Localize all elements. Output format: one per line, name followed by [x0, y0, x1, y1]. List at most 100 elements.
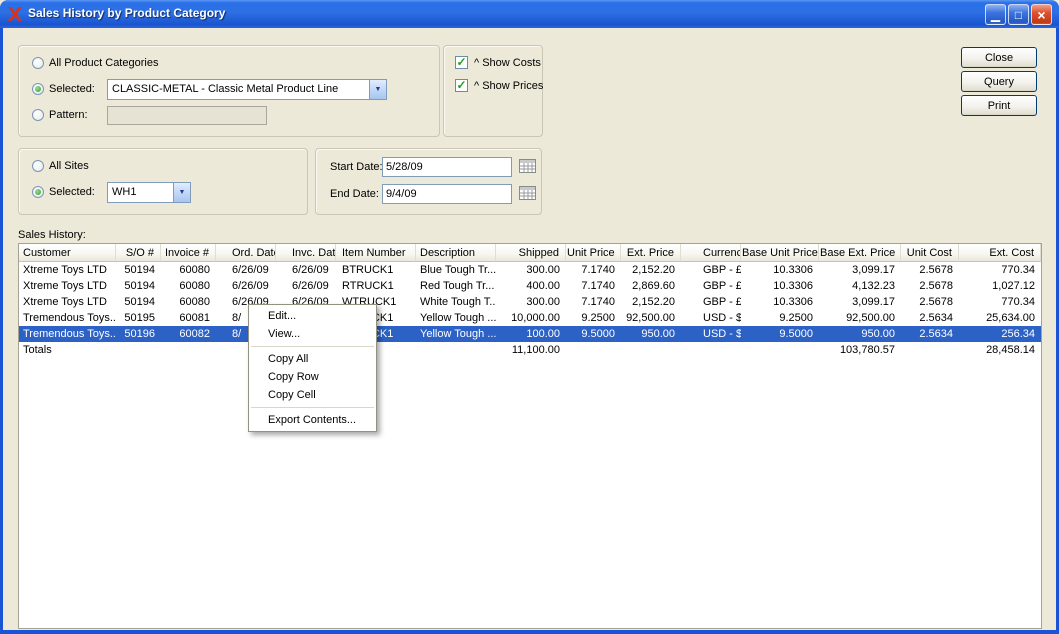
table-row[interactable]: Tremendous Toys...50195600818/YTRUCK1Yel… [19, 310, 1041, 326]
table-cell[interactable] [161, 342, 216, 358]
table-cell[interactable]: Xtreme Toys LTD [19, 278, 116, 294]
table-cell[interactable]: Xtreme Toys LTD [19, 262, 116, 278]
table-cell[interactable]: 2,152.20 [621, 262, 681, 278]
menu-item[interactable]: Copy All [249, 350, 376, 368]
product-category-select[interactable]: CLASSIC-METAL - Classic Metal Product Li… [107, 79, 387, 100]
radio-pattern[interactable] [32, 109, 44, 121]
table-cell[interactable]: 770.34 [959, 294, 1041, 310]
column-header[interactable]: Base Unit Price [741, 244, 819, 262]
close-button[interactable]: Close [961, 47, 1037, 68]
maximize-button[interactable]: □ [1008, 4, 1029, 25]
query-button[interactable]: Query [961, 71, 1037, 92]
table-cell[interactable] [901, 342, 959, 358]
table-cell[interactable] [741, 342, 819, 358]
table-cell[interactable]: BTRUCK1 [336, 262, 416, 278]
table-cell[interactable]: 50194 [116, 262, 161, 278]
table-cell[interactable]: 400.00 [496, 278, 566, 294]
column-header[interactable]: Ext. Price [621, 244, 681, 262]
table-cell[interactable]: 28,458.14 [959, 342, 1041, 358]
table-cell[interactable]: 25,634.00 [959, 310, 1041, 326]
table-cell[interactable]: 3,099.17 [819, 294, 901, 310]
table-cell[interactable]: 10.3306 [741, 294, 819, 310]
close-window-button[interactable]: × [1031, 4, 1052, 25]
chevron-down-icon[interactable]: ▼ [173, 183, 190, 202]
table-cell[interactable]: 1,027.12 [959, 278, 1041, 294]
table-cell[interactable]: 7.1740 [566, 262, 621, 278]
table-row[interactable]: Tremendous Toys...50196600828/YTRUCK1Yel… [19, 326, 1041, 342]
table-cell[interactable]: 103,780.57 [819, 342, 901, 358]
context-menu[interactable]: Edit...View... Copy AllCopy RowCopy Cell E… [248, 304, 377, 432]
table-cell[interactable]: GBP - £ [681, 278, 741, 294]
start-date-calendar-icon[interactable] [517, 158, 537, 177]
table-cell[interactable]: USD - $ [681, 326, 741, 342]
column-header[interactable]: S/O # [116, 244, 161, 262]
table-cell[interactable]: GBP - £ [681, 294, 741, 310]
pattern-input[interactable] [107, 106, 267, 125]
column-header[interactable]: Base Ext. Price [819, 244, 901, 262]
column-header[interactable]: Unit Price [566, 244, 621, 262]
table-cell[interactable]: 92,500.00 [621, 310, 681, 326]
radio-selected-category[interactable] [32, 83, 44, 95]
table-cell[interactable] [416, 342, 496, 358]
table-cell[interactable]: GBP - £ [681, 262, 741, 278]
title-bar[interactable]: Sales History by Product Category ▁ □ × [0, 0, 1059, 28]
column-header[interactable]: Customer [19, 244, 116, 262]
menu-item[interactable]: Copy Cell [249, 386, 376, 404]
table-row[interactable]: Xtreme Toys LTD50194600806/26/096/26/09B… [19, 262, 1041, 278]
table-cell[interactable]: 6/26/09 [216, 262, 276, 278]
menu-item[interactable]: Export Contents... [249, 411, 376, 429]
column-header[interactable]: Invc. Date [276, 244, 336, 262]
totals-row[interactable]: Totals11,100.00103,780.5728,458.14 [19, 342, 1041, 358]
column-header[interactable]: Item Number [336, 244, 416, 262]
print-button[interactable]: Print [961, 95, 1037, 116]
table-cell[interactable]: 6/26/09 [276, 262, 336, 278]
table-cell[interactable]: 7.1740 [566, 294, 621, 310]
table-cell[interactable]: 10.3306 [741, 278, 819, 294]
table-cell[interactable]: 10,000.00 [496, 310, 566, 326]
menu-item[interactable]: View... [249, 325, 376, 343]
menu-item[interactable]: Edit... [249, 307, 376, 325]
table-cell[interactable]: 11,100.00 [496, 342, 566, 358]
table-cell[interactable]: 9.2500 [741, 310, 819, 326]
table-cell[interactable]: 300.00 [496, 294, 566, 310]
table-cell[interactable]: 6/26/09 [276, 278, 336, 294]
table-cell[interactable]: 50194 [116, 294, 161, 310]
table-cell[interactable]: 9.5000 [741, 326, 819, 342]
table-cell[interactable]: 92,500.00 [819, 310, 901, 326]
table-cell[interactable]: 60081 [161, 310, 216, 326]
show-costs-checkbox[interactable]: ✓ [455, 56, 468, 69]
column-header[interactable]: Currency [681, 244, 741, 262]
table-cell[interactable]: 7.1740 [566, 278, 621, 294]
menu-item[interactable]: Copy Row [249, 368, 376, 386]
column-header[interactable]: Ord. Date [216, 244, 276, 262]
table-cell[interactable]: 770.34 [959, 262, 1041, 278]
table-cell[interactable] [621, 342, 681, 358]
table-cell[interactable]: 3,099.17 [819, 262, 901, 278]
table-cell[interactable]: USD - $ [681, 310, 741, 326]
table-cell[interactable]: Blue Tough Tr... [416, 262, 496, 278]
table-cell[interactable]: 2,869.60 [621, 278, 681, 294]
table-cell[interactable] [681, 342, 741, 358]
table-cell[interactable]: 50196 [116, 326, 161, 342]
table-cell[interactable]: RTRUCK1 [336, 278, 416, 294]
chevron-down-icon[interactable]: ▼ [369, 80, 386, 99]
radio-selected-site[interactable] [32, 186, 44, 198]
table-cell[interactable]: White Tough T... [416, 294, 496, 310]
table-cell[interactable]: 4,132.23 [819, 278, 901, 294]
table-cell[interactable]: 6/26/09 [216, 278, 276, 294]
table-cell[interactable]: 2.5678 [901, 278, 959, 294]
table-cell[interactable]: 60080 [161, 262, 216, 278]
table-cell[interactable] [116, 342, 161, 358]
minimize-button[interactable]: ▁ [985, 4, 1006, 25]
table-cell[interactable]: 10.3306 [741, 262, 819, 278]
column-header[interactable]: Ext. Cost [959, 244, 1041, 262]
start-date-input[interactable] [382, 157, 512, 177]
table-cell[interactable]: 50194 [116, 278, 161, 294]
radio-all-product-categories[interactable] [32, 57, 44, 69]
table-cell[interactable]: Yellow Tough ... [416, 326, 496, 342]
table-cell[interactable]: 950.00 [621, 326, 681, 342]
table-cell[interactable]: 2.5678 [901, 294, 959, 310]
table-cell[interactable]: Yellow Tough ... [416, 310, 496, 326]
end-date-calendar-icon[interactable] [517, 185, 537, 204]
table-cell[interactable]: 50195 [116, 310, 161, 326]
